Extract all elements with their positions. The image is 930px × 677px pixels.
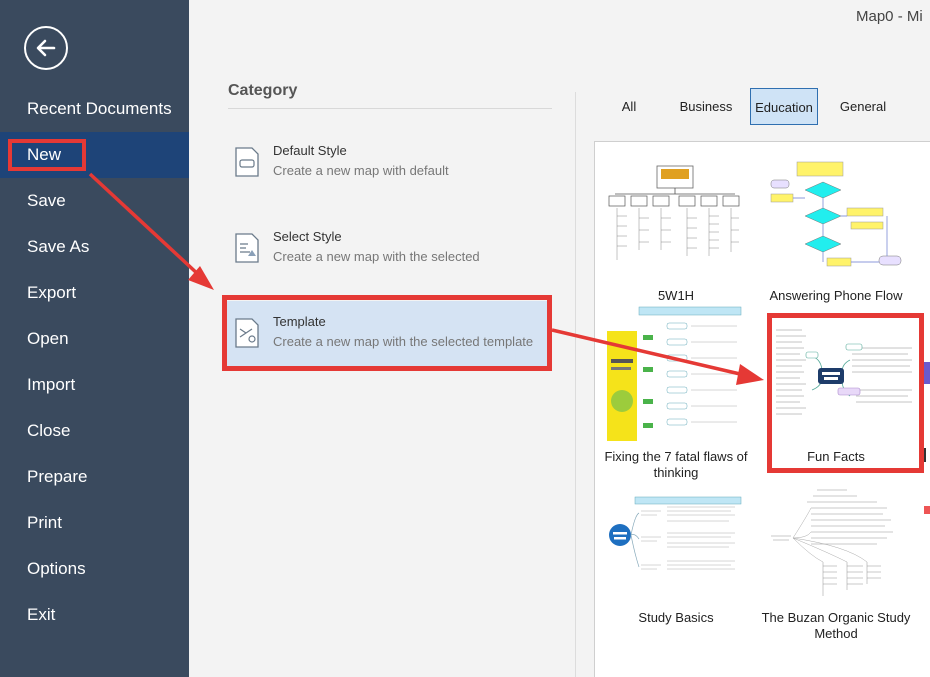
highlight-box-new	[8, 139, 86, 171]
template-thumb-fixing-7-flaws[interactable]	[605, 305, 743, 443]
category-title: Select Style	[273, 229, 342, 244]
mind-map-thumbnail-icon	[607, 306, 742, 441]
tab-business[interactable]: Business	[672, 88, 740, 125]
flowchart-thumbnail-icon	[770, 161, 902, 267]
partial-thumbnail-edge	[924, 506, 930, 514]
blank-document-icon	[235, 147, 259, 177]
template-label: 5W1H	[657, 288, 695, 303]
menu-options[interactable]: Options	[0, 546, 189, 592]
mind-map-thumbnail-icon	[609, 496, 742, 570]
template-thumb-buzan-study[interactable]	[767, 486, 905, 604]
template-thumb-answering-phone[interactable]	[767, 160, 905, 270]
tab-education[interactable]: Education	[750, 88, 818, 125]
menu-save-as[interactable]: Save As	[0, 224, 189, 270]
template-label: Fixing the 7 fatal flaws of thinking	[604, 449, 748, 480]
template-label: Study Basics	[638, 610, 714, 625]
category-heading: Category	[228, 82, 298, 99]
mind-map-thumbnail-icon	[608, 165, 740, 260]
menu-prepare[interactable]: Prepare	[0, 454, 189, 500]
panel-divider	[575, 92, 576, 677]
menu-close[interactable]: Close	[0, 408, 189, 454]
highlight-box-template	[222, 295, 552, 371]
mind-map-thumbnail-icon	[771, 489, 893, 596]
highlight-box-fun-facts	[767, 313, 924, 473]
back-button[interactable]	[24, 26, 68, 70]
partial-thumbnail-edge	[924, 362, 930, 384]
template-thumb-5w1h[interactable]	[605, 160, 743, 270]
menu-print[interactable]: Print	[0, 500, 189, 546]
file-menu-sidebar: Recent Documents New Save Save As Export…	[0, 0, 189, 677]
template-label: The Buzan Organic Study Method	[761, 610, 911, 641]
tab-general[interactable]: General	[832, 88, 894, 125]
menu-save[interactable]: Save	[0, 178, 189, 224]
menu-import[interactable]: Import	[0, 362, 189, 408]
category-description: Create a new map with the selected	[273, 249, 480, 264]
category-default-style[interactable]: Default Style Create a new map with defa…	[223, 130, 552, 200]
menu-recent-documents[interactable]: Recent Documents	[0, 86, 189, 132]
category-divider	[228, 108, 552, 109]
window-title: Map0 - Mi	[856, 8, 923, 25]
category-title: Default Style	[273, 143, 347, 158]
menu-open[interactable]: Open	[0, 316, 189, 362]
style-document-icon	[235, 233, 259, 263]
template-label: Answering Phone Flow Chart	[769, 288, 903, 305]
menu-export[interactable]: Export	[0, 270, 189, 316]
template-thumb-study-basics[interactable]	[605, 495, 743, 605]
category-select-style[interactable]: Select Style Create a new map with the s…	[223, 216, 552, 286]
category-description: Create a new map with default	[273, 163, 449, 178]
partial-label-edge	[924, 448, 930, 462]
arrow-left-icon	[36, 39, 56, 57]
tab-all[interactable]: All	[608, 88, 650, 125]
menu-exit[interactable]: Exit	[0, 592, 189, 638]
